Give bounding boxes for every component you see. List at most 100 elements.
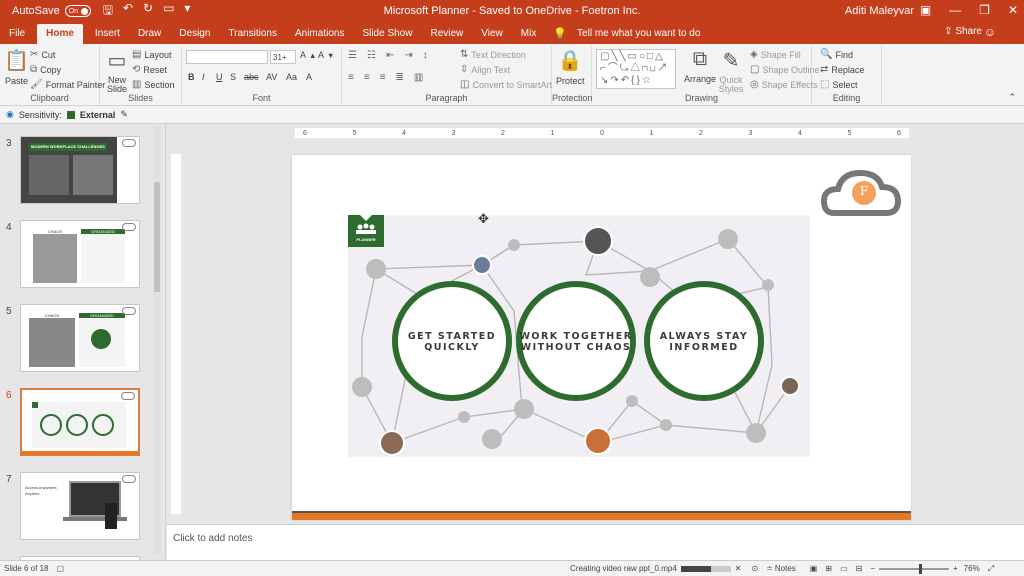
slide-sorter-icon[interactable]: ⊞ — [825, 564, 832, 573]
sensitivity-value[interactable]: External — [80, 110, 116, 120]
tab-design[interactable]: Design — [170, 24, 219, 44]
tab-home[interactable]: Home — [37, 24, 83, 44]
zoom-in-icon[interactable]: + — [953, 564, 958, 573]
arrange-button[interactable]: ⧉ Arrange — [684, 48, 716, 84]
align-left-icon[interactable]: ≡ — [348, 72, 354, 83]
slide-thumbnail-3[interactable]: 3 MODERN WORKPLACE CHALLENGES — [0, 136, 150, 210]
protect-button[interactable]: 🔒 Protect — [556, 48, 585, 86]
find-button[interactable]: 🔍 Find — [820, 49, 853, 60]
ribbon-display-icon[interactable]: ▣ — [920, 3, 931, 17]
zoom-level[interactable]: 76% — [964, 564, 980, 573]
font-shrink-icon[interactable]: A ▼ — [318, 50, 334, 60]
shape-effects-button[interactable]: ◎ Shape Effects — [750, 79, 818, 90]
thumbnails-scrollbar[interactable] — [153, 126, 161, 554]
replace-button[interactable]: ⇄ Replace — [820, 64, 864, 75]
restore-icon[interactable]: ❐ — [979, 3, 990, 17]
customize-qat-icon[interactable]: ▾ — [184, 1, 190, 22]
justify-icon[interactable]: ≣ — [396, 72, 404, 83]
strikethrough-icon[interactable]: abc — [244, 72, 259, 82]
edit-pencil-icon[interactable]: ✎ — [120, 109, 128, 120]
reading-view-icon[interactable]: ▭ — [840, 564, 848, 573]
align-center-icon[interactable]: ≡ — [364, 72, 370, 83]
char-spacing-icon[interactable]: AV — [266, 72, 277, 82]
slide-thumbnail-6[interactable]: 6 — [0, 388, 150, 462]
italic-icon[interactable]: I — [202, 72, 205, 82]
select-button[interactable]: ⬚ Select — [820, 79, 857, 90]
tab-animations[interactable]: Animations — [286, 24, 353, 44]
reset-label: Reset — [143, 64, 167, 75]
underline-icon[interactable]: U — [216, 72, 223, 82]
autosave[interactable]: AutoSave On — [12, 5, 91, 17]
accessibility-icon[interactable]: ⊙ — [751, 564, 758, 573]
tab-view[interactable]: View — [472, 24, 512, 44]
align-right-icon[interactable]: ≡ — [380, 72, 386, 83]
tab-file[interactable]: File — [0, 24, 34, 44]
slide-thumbnail-5[interactable]: 5 CHAOS ORGANIZED — [0, 304, 150, 378]
align-text-button[interactable]: ⇳ Align Text — [460, 64, 510, 75]
fit-to-window-icon[interactable]: ⤢ — [988, 564, 994, 574]
font-grow-icon[interactable]: A ▲ — [300, 50, 316, 60]
font-size-box[interactable]: 31+ — [270, 50, 296, 64]
tab-draw[interactable]: Draw — [129, 24, 170, 44]
tell-me-box[interactable]: Tell me what you want to do — [577, 24, 700, 44]
tab-slide-show[interactable]: Slide Show — [353, 24, 421, 44]
shadow-icon[interactable]: S — [230, 72, 236, 82]
paste-button[interactable]: 📋 Paste — [4, 48, 29, 86]
close-icon[interactable]: ✕ — [1008, 3, 1018, 17]
tab-transitions[interactable]: Transitions — [219, 24, 286, 44]
minimize-icon[interactable]: — — [949, 3, 961, 17]
present-icon[interactable]: ▭ — [163, 1, 174, 22]
convert-smartart-button[interactable]: ◫ Convert to SmartArt — [460, 79, 552, 90]
zoom-slider[interactable] — [879, 563, 949, 574]
shapes-gallery[interactable]: ▢╲╲▭○□△ ⌐⌒⤿△⊓⊔↗ ↘↷↶{}☆ — [596, 49, 676, 89]
slide-thumbnail-4[interactable]: 4 CHAOS ORGANIZED — [0, 220, 150, 294]
zoom-slider-thumb[interactable] — [919, 563, 922, 574]
collapse-ribbon-icon[interactable]: ⌃ — [1008, 92, 1016, 103]
notes-icon[interactable]: ≐ — [766, 564, 773, 573]
normal-view-icon[interactable]: ▣ — [810, 564, 818, 573]
slideshow-icon[interactable]: ⊟ — [856, 564, 863, 573]
user-name[interactable]: Aditi Maleyvar — [845, 5, 914, 17]
change-case-icon[interactable]: Aa — [286, 72, 297, 82]
share-button[interactable]: ⇪ Share — [944, 26, 982, 37]
reset-button[interactable]: ⟲ Reset — [132, 64, 167, 75]
section-button[interactable]: ▥ Section — [132, 79, 174, 90]
increase-indent-icon[interactable]: ⇥ — [404, 50, 412, 61]
slide-thumbnail-7[interactable]: 7 Access Anywhere, Anytime — [0, 472, 150, 546]
notes-pane[interactable]: Click to add notes — [167, 524, 1024, 560]
line-spacing-icon[interactable]: ↕ — [423, 50, 428, 61]
text-direction-button[interactable]: ⇅ Text Direction — [460, 49, 526, 60]
bold-icon[interactable]: B — [188, 72, 195, 82]
format-painter-button[interactable]: 🖌 Format Painter — [30, 79, 105, 90]
arrange-icon: ⧉ — [692, 48, 708, 70]
numbering-icon[interactable]: ☷ — [367, 50, 376, 61]
notes-toggle-label[interactable]: Notes — [775, 564, 796, 573]
font-color-icon[interactable]: A — [306, 72, 312, 82]
scrollbar-thumb[interactable] — [154, 182, 160, 292]
feedback-icon[interactable]: ☺ — [984, 25, 996, 39]
spellcheck-icon[interactable]: ▢ — [56, 564, 64, 573]
undo-icon[interactable]: ↶ — [123, 1, 133, 22]
redo-icon[interactable]: ↻ — [143, 1, 153, 22]
find-label: Find — [835, 49, 853, 60]
save-icon[interactable]: 🖫 — [103, 1, 113, 22]
cut-button[interactable]: ✂ Cut — [30, 49, 55, 60]
columns-icon[interactable]: ▥ — [414, 72, 423, 83]
copy-button[interactable]: ⧉ Copy — [30, 64, 61, 75]
tab-review[interactable]: Review — [421, 24, 472, 44]
autosave-toggle[interactable]: On — [64, 5, 91, 17]
new-slide-button[interactable]: ▭ New Slide — [104, 48, 130, 94]
decrease-indent-icon[interactable]: ⇤ — [386, 50, 394, 61]
font-name-box[interactable] — [186, 50, 268, 64]
zoom-out-icon[interactable]: − — [870, 564, 875, 573]
current-slide[interactable]: GET STARTED QUICKLY WORK TOGETHER WITHOU… — [292, 155, 911, 520]
shape-fill-button[interactable]: ◈ Shape Fill — [750, 49, 801, 60]
shape-outline-button[interactable]: ▢ Shape Outline — [750, 64, 820, 75]
quick-styles-button[interactable]: ✎ Quick Styles — [716, 48, 746, 94]
tab-insert[interactable]: Insert — [86, 24, 129, 44]
bullets-icon[interactable]: ☰ — [348, 50, 357, 61]
slide-number: 6 — [6, 390, 12, 401]
tab-mix[interactable]: Mix — [512, 24, 546, 44]
cancel-task-icon[interactable]: ✕ — [735, 564, 742, 573]
layout-button[interactable]: ▤ Layout — [132, 49, 171, 60]
